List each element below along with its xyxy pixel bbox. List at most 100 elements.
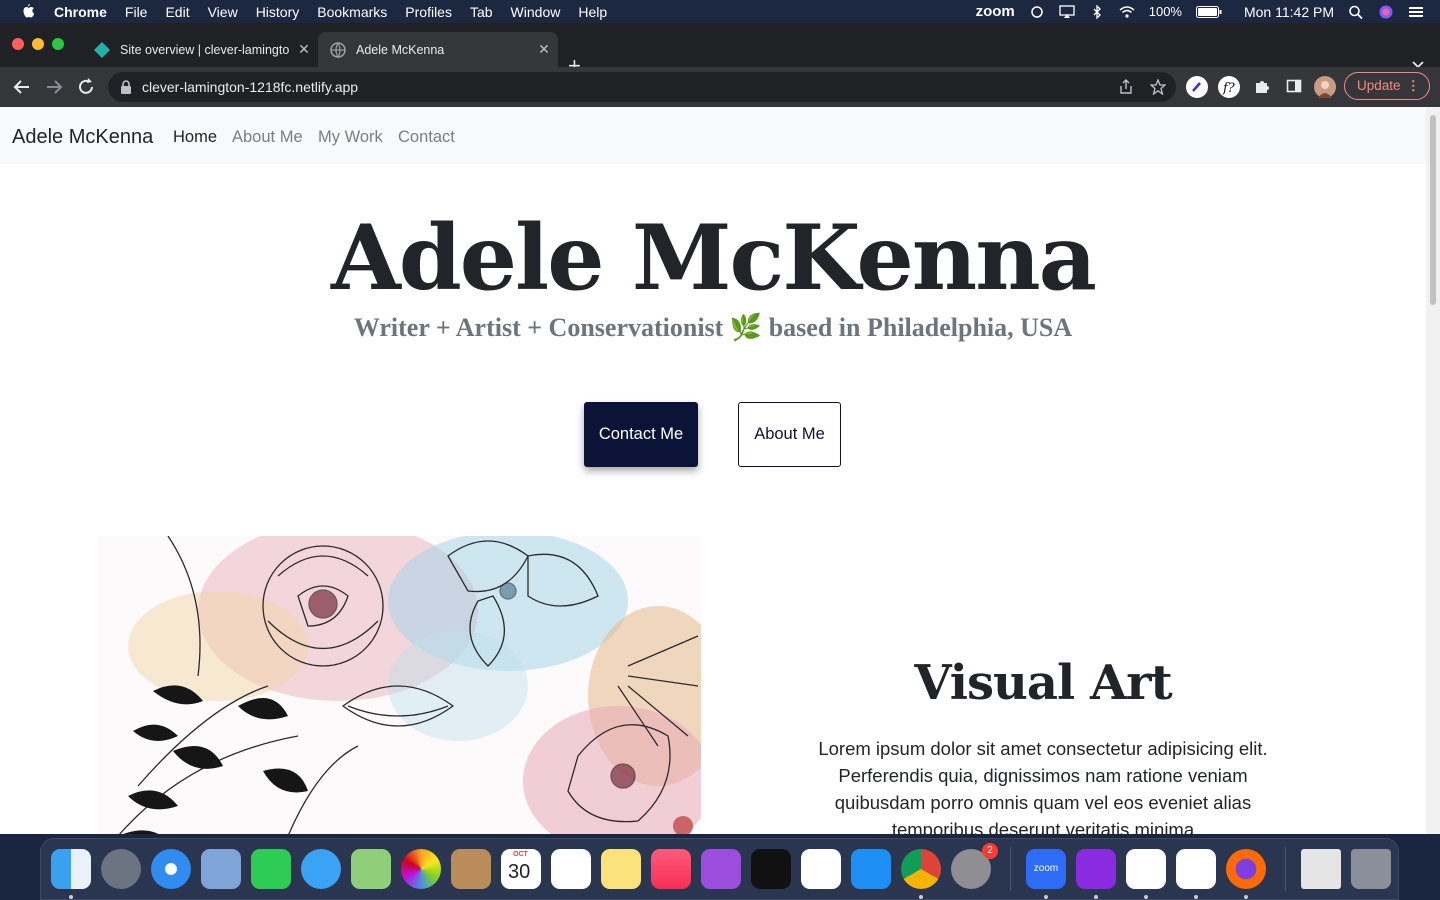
globe-favicon-icon [330, 41, 346, 58]
page-scrollbar[interactable] [1426, 107, 1440, 834]
menu-history[interactable]: History [256, 4, 300, 20]
slack-icon[interactable] [1176, 849, 1216, 889]
nav-link-contact[interactable]: Contact [398, 128, 455, 147]
chrome-tab-strip: Site overview | clever-lamington-1218fc … [0, 23, 1440, 77]
extension-formula-icon[interactable]: f? [1218, 76, 1240, 98]
scrollbar-thumb[interactable] [1430, 115, 1436, 305]
extension-pen-icon[interactable] [1186, 76, 1208, 98]
maps-icon[interactable] [351, 849, 391, 889]
finder-icon[interactable] [51, 849, 91, 889]
running-indicator [69, 895, 73, 899]
chrome-toolbar: clever-lamington-1218fc.netlify.app f? U… [0, 67, 1440, 107]
chrome-icon[interactable] [901, 849, 941, 889]
apple-tv-icon[interactable] [751, 849, 791, 889]
bluetooth-icon[interactable] [1089, 4, 1105, 19]
zoom-dock-label: zoom [1033, 863, 1059, 874]
calendar-month: OCT [513, 851, 528, 858]
menu-app-name[interactable]: Chrome [54, 4, 107, 20]
menu-view[interactable]: View [208, 4, 238, 20]
firefox-icon[interactable] [1226, 849, 1266, 889]
menu-window[interactable]: Window [511, 4, 561, 20]
photos-icon[interactable] [401, 849, 441, 889]
facetime-icon[interactable] [251, 849, 291, 889]
address-bar[interactable]: clever-lamington-1218fc.netlify.app [108, 72, 1176, 102]
reminders-icon[interactable] [551, 849, 591, 889]
menu-profiles[interactable]: Profiles [405, 4, 452, 20]
hero-subtitle: Writer + Artist + Conservationist 🌿 base… [353, 313, 1073, 342]
music-icon[interactable] [651, 849, 691, 889]
profile-avatar[interactable] [1314, 76, 1336, 98]
app-store-icon[interactable] [851, 849, 891, 889]
zoom-status-label[interactable]: zoom [976, 3, 1015, 20]
menu-edit[interactable]: Edit [165, 4, 189, 20]
notification-badge: 2 [982, 843, 998, 859]
lock-icon[interactable] [120, 80, 132, 94]
menubar-clock[interactable]: Mon 11:42 PM [1244, 4, 1334, 20]
section-text: Lorem ipsum dolor sit amet consectetur a… [818, 738, 1268, 834]
tab-site-overview[interactable]: Site overview | clever-lamington-1218fc … [82, 32, 318, 67]
nav-link-about[interactable]: About Me [232, 128, 303, 147]
calendar-day: 30 [508, 861, 531, 883]
menu-bookmarks[interactable]: Bookmarks [317, 4, 387, 20]
contacts-icon[interactable] [451, 849, 491, 889]
tab-close-icon[interactable]: ✕ [290, 41, 318, 58]
back-arrow-icon[interactable] [12, 77, 32, 97]
tab-title: Adele McKenna [356, 42, 445, 57]
nav-link-home[interactable]: Home [173, 128, 217, 147]
airplay-icon[interactable] [1059, 4, 1075, 19]
calendar-icon[interactable]: OCT 30 [501, 849, 541, 889]
update-label: Update [1357, 78, 1401, 93]
forward-arrow-icon[interactable] [44, 77, 64, 97]
window-minimize-button[interactable] [32, 38, 44, 50]
side-panel-icon[interactable] [1286, 78, 1302, 94]
tab-close-icon[interactable]: ✕ [530, 41, 558, 58]
extensions-puzzle-icon[interactable] [1254, 78, 1270, 94]
siri-icon[interactable] [1378, 4, 1394, 19]
running-indicator [1244, 895, 1248, 899]
wifi-icon[interactable] [1119, 5, 1135, 19]
reload-icon[interactable] [76, 77, 96, 97]
messages-icon[interactable] [301, 849, 341, 889]
hero-title: Adele McKenna [331, 205, 1097, 311]
nav-link-work[interactable]: My Work [318, 128, 383, 147]
notes-icon[interactable] [601, 849, 641, 889]
tab-adele-mckenna[interactable]: Adele McKenna ✕ [318, 32, 558, 67]
dock-separator [1285, 847, 1286, 891]
github-desktop-icon[interactable] [1076, 849, 1116, 889]
tab-title: Site overview | clever-lamington-1218fc [120, 42, 290, 57]
battery-percent: 100% [1148, 4, 1182, 19]
battery-icon[interactable] [1195, 5, 1222, 18]
url-text[interactable]: clever-lamington-1218fc.netlify.app [142, 79, 358, 95]
about-me-button[interactable]: About Me [738, 402, 841, 467]
update-button[interactable]: Update ⋮ [1344, 72, 1430, 100]
launchpad-rocket-icon[interactable] [101, 849, 141, 889]
window-zoom-button[interactable] [52, 38, 64, 50]
dock-separator [1010, 847, 1011, 891]
zoom-app-icon[interactable]: zoom [1026, 849, 1066, 889]
vscode-icon[interactable] [1126, 849, 1166, 889]
safari-compass-icon[interactable] [151, 849, 191, 889]
mac-menubar: Chrome File Edit View History Bookmarks … [0, 0, 1440, 23]
more-menu-icon[interactable]: ⋮ [1407, 73, 1421, 99]
mac-dock: OCT 30 zoom [40, 838, 1399, 900]
site-brand[interactable]: Adele McKenna [12, 126, 153, 149]
menu-tab[interactable]: Tab [470, 4, 493, 20]
site-navbar: Adele McKenna Home About Me My Work Cont… [0, 107, 1426, 164]
trash-icon[interactable] [1351, 849, 1391, 889]
contact-me-button[interactable]: Contact Me [584, 402, 698, 467]
share-icon[interactable] [1118, 79, 1134, 95]
spotlight-search-icon[interactable] [1348, 5, 1364, 19]
control-center-icon[interactable] [1408, 5, 1424, 19]
web-page: Adele McKenna Home About Me My Work Cont… [0, 107, 1426, 834]
podcasts-icon[interactable] [701, 849, 741, 889]
menu-help[interactable]: Help [578, 4, 607, 20]
mail-stamp-icon[interactable] [201, 849, 241, 889]
news-icon[interactable] [801, 849, 841, 889]
window-close-button[interactable] [12, 38, 24, 50]
bookmark-star-icon[interactable] [1150, 79, 1166, 95]
apple-icon[interactable] [20, 3, 36, 20]
documents-stack-icon[interactable] [1301, 849, 1341, 889]
cloud-sync-icon[interactable] [1029, 5, 1045, 19]
netlify-favicon-icon [94, 41, 110, 58]
menu-file[interactable]: File [125, 4, 148, 20]
